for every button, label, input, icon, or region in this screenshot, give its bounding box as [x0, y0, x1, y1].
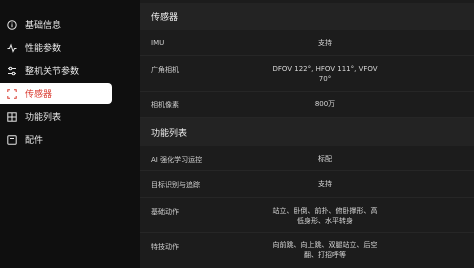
spec-label: AI 强化学习运控	[151, 156, 203, 164]
sidebar-item-performance[interactable]: 性能参数	[0, 37, 112, 58]
table-row: AI 强化学习运控 标配	[140, 146, 474, 171]
sidebar-item-label: 功能列表	[25, 113, 62, 123]
spec-value: 标配	[318, 155, 332, 163]
section-title-features: 功能列表	[140, 118, 474, 146]
sidebar-nav: 基础信息 性能参数 整机关节参数 传感器 功能列表 配件	[0, 0, 118, 268]
table-row: 基础动作 站立、卧倒、前扑、俯卧撑形、高低身形、水平转身	[140, 198, 474, 233]
spec-label: IMU	[151, 39, 165, 47]
grid-icon	[6, 111, 18, 123]
sliders-icon	[6, 65, 18, 77]
sidebar-item-features[interactable]: 功能列表	[0, 106, 112, 127]
spec-value: 向前跳、向上跳、双腿站立、后空翻、打招呼等	[272, 241, 378, 259]
table-row: 目标识别与追踪 支持	[140, 171, 474, 198]
table-row: IMU 支持	[140, 30, 474, 56]
sidebar-item-label: 性能参数	[25, 44, 62, 54]
info-circle-icon	[6, 19, 18, 31]
spec-label: 相机像素	[151, 101, 179, 109]
spec-value: DFOV 122°, HFOV 111°, VFOV 70°	[272, 65, 378, 83]
spec-label: 特技动作	[151, 243, 179, 251]
sidebar-item-basic-info[interactable]: 基础信息	[0, 14, 112, 35]
spec-value: 支持	[318, 180, 332, 188]
table-row: 广角相机 DFOV 122°, HFOV 111°, VFOV 70°	[140, 56, 474, 92]
sidebar-item-joint-params[interactable]: 整机关节参数	[0, 60, 112, 81]
spec-label: 目标识别与追踪	[151, 181, 200, 189]
section-title-sensors: 传感器	[140, 3, 474, 30]
spec-value: 支持	[318, 39, 332, 47]
spec-value: 站立、卧倒、前扑、俯卧撑形、高低身形、水平转身	[272, 207, 378, 225]
spec-value: 800万	[314, 100, 336, 108]
table-row: 特技动作 向前跳、向上跳、双腿站立、后空翻、打招呼等	[140, 233, 474, 268]
sidebar-item-label: 传感器	[25, 90, 53, 100]
spec-panel: 传感器 IMU 支持 广角相机 DFOV 122°, HFOV 111°, VF…	[140, 0, 474, 268]
spec-label: 广角相机	[151, 66, 179, 74]
sidebar-item-label: 配件	[25, 136, 44, 146]
sidebar-item-sensors[interactable]: 传感器	[0, 83, 112, 104]
box-icon	[6, 134, 18, 146]
scan-frame-icon	[6, 88, 18, 100]
sidebar-item-label: 整机关节参数	[25, 67, 80, 77]
sidebar-item-accessories[interactable]: 配件	[0, 129, 112, 150]
table-row: 相机像素 800万	[140, 92, 474, 118]
sidebar-item-label: 基础信息	[25, 21, 62, 31]
pulse-icon	[6, 42, 18, 54]
spec-label: 基础动作	[151, 208, 179, 216]
